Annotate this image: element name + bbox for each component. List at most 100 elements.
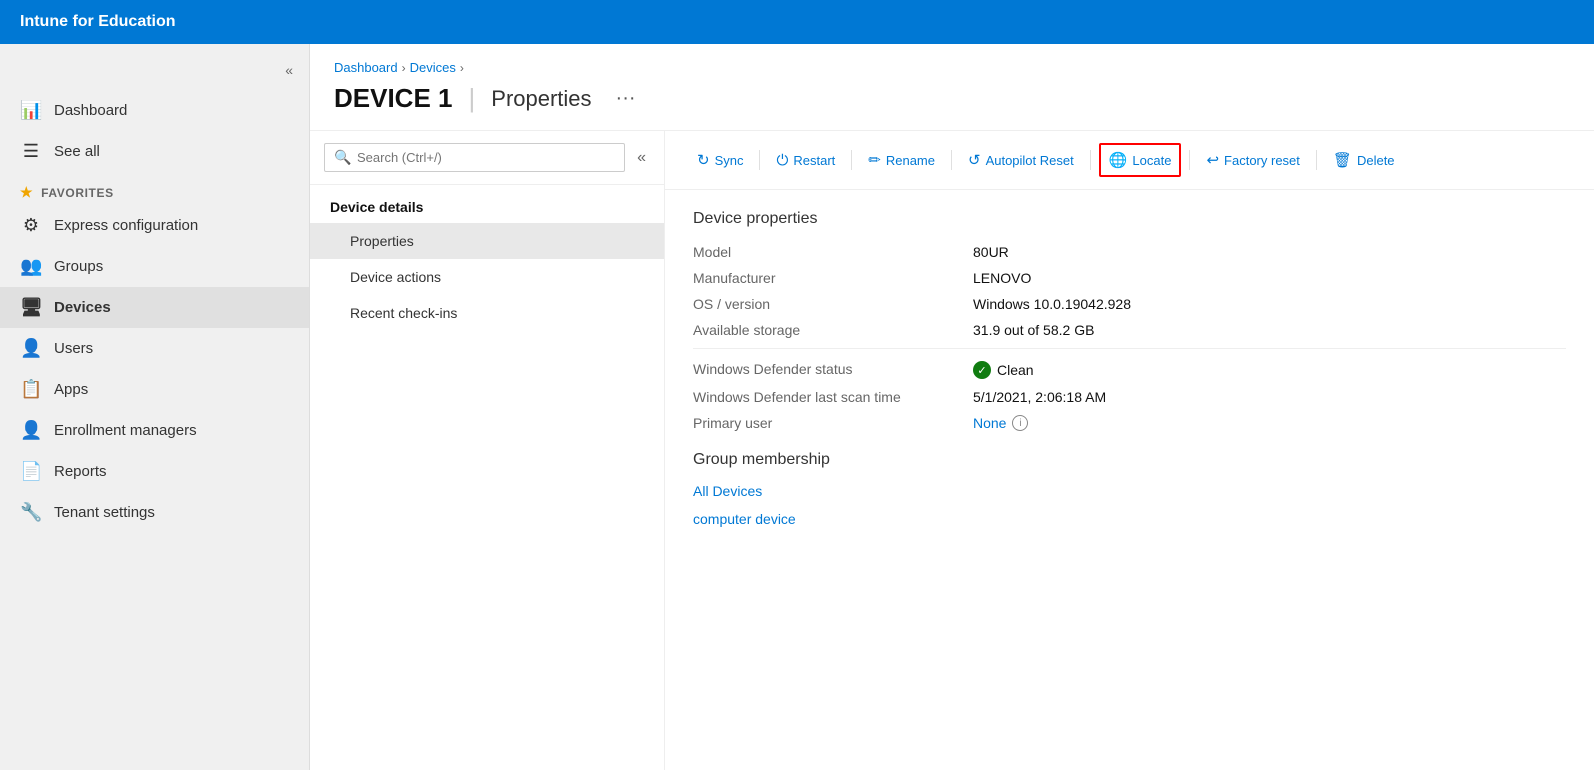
sync-button[interactable]: ↻ Sync bbox=[689, 145, 751, 175]
group-link-all-devices[interactable]: All Devices bbox=[693, 483, 1566, 499]
group-link-computer-device[interactable]: computer device bbox=[693, 511, 1566, 527]
devices-icon: 🖥 bbox=[20, 297, 42, 318]
delete-icon: 🗑 bbox=[1333, 151, 1352, 169]
model-value: 80UR bbox=[973, 244, 1009, 260]
sidebar-item-dashboard-label: Dashboard bbox=[54, 102, 127, 119]
search-icon: 🔍 bbox=[334, 149, 351, 166]
property-row-primary-user: Primary user None i bbox=[693, 415, 1566, 431]
sidebar-item-users[interactable]: 👤 Users bbox=[0, 328, 309, 369]
sidebar-item-express-config[interactable]: ⚙ Express configuration bbox=[0, 205, 309, 246]
rename-button[interactable]: ✏ Rename bbox=[860, 145, 943, 175]
page-header: DEVICE 1 | Properties ··· bbox=[310, 75, 1594, 131]
page-title: DEVICE 1 bbox=[334, 83, 453, 114]
model-label: Model bbox=[693, 244, 973, 260]
nav-item-device-actions[interactable]: Device actions bbox=[310, 259, 664, 295]
property-row-os: OS / version Windows 10.0.19042.928 bbox=[693, 296, 1566, 312]
delete-label: Delete bbox=[1357, 153, 1395, 168]
breadcrumb-sep-2: › bbox=[460, 61, 464, 75]
apps-icon: 📋 bbox=[20, 379, 42, 400]
os-value: Windows 10.0.19042.928 bbox=[973, 296, 1131, 312]
sidebar-collapse-area: « bbox=[0, 54, 309, 90]
restart-icon: ⏻ bbox=[776, 152, 788, 169]
action-divider-6 bbox=[1316, 150, 1317, 170]
content-body: 🔍 « Device details Properties Device act… bbox=[310, 131, 1594, 770]
defender-status-value: ✓ Clean bbox=[973, 361, 1034, 379]
users-icon: 👤 bbox=[20, 338, 42, 359]
sidebar-item-enrollment-managers[interactable]: 👤 Enrollment managers bbox=[0, 410, 309, 451]
storage-label: Available storage bbox=[693, 322, 973, 338]
defender-scan-label: Windows Defender last scan time bbox=[693, 389, 973, 405]
separator bbox=[693, 348, 1566, 349]
search-collapse-button[interactable]: « bbox=[633, 145, 650, 171]
search-bar: 🔍 « bbox=[310, 131, 664, 185]
sidebar-item-tenant-settings[interactable]: 🔧 Tenant settings bbox=[0, 492, 309, 533]
property-row-manufacturer: Manufacturer LENOVO bbox=[693, 270, 1566, 286]
sidebar-item-reports-label: Reports bbox=[54, 463, 107, 480]
factory-reset-button[interactable]: ↩ Factory reset bbox=[1198, 145, 1307, 175]
content-area: Dashboard › Devices › DEVICE 1 | Propert… bbox=[310, 44, 1594, 770]
sidebar-item-express-config-label: Express configuration bbox=[54, 217, 198, 234]
nav-item-recent-check-ins-label: Recent check-ins bbox=[350, 305, 457, 321]
primary-user-value: None i bbox=[973, 415, 1028, 431]
device-properties-title: Device properties bbox=[693, 210, 1566, 228]
breadcrumb-devices[interactable]: Devices bbox=[410, 60, 456, 75]
nav-item-properties-label: Properties bbox=[350, 233, 414, 249]
page-subtitle: Properties bbox=[491, 86, 591, 112]
delete-button[interactable]: 🗑 Delete bbox=[1325, 145, 1403, 175]
primary-user-label: Primary user bbox=[693, 415, 973, 431]
topbar: Intune for Education bbox=[0, 0, 1594, 44]
breadcrumb: Dashboard › Devices › bbox=[310, 44, 1594, 75]
sidebar-item-devices-label: Devices bbox=[54, 299, 111, 316]
nav-item-properties[interactable]: Properties bbox=[310, 223, 664, 259]
settings-icon: 🔧 bbox=[20, 502, 42, 523]
locate-button[interactable]: 🌐 Locate bbox=[1099, 143, 1182, 177]
sidebar-item-dashboard[interactable]: 📊 Dashboard bbox=[0, 90, 309, 131]
left-panel: 🔍 « Device details Properties Device act… bbox=[310, 131, 665, 770]
group-membership-title: Group membership bbox=[693, 451, 1566, 469]
sidebar-item-see-all-label: See all bbox=[54, 143, 100, 160]
os-label: OS / version bbox=[693, 296, 973, 312]
locate-label: Locate bbox=[1132, 153, 1171, 168]
nav-item-recent-check-ins[interactable]: Recent check-ins bbox=[310, 295, 664, 331]
defender-status-text: Clean bbox=[997, 362, 1034, 378]
more-button[interactable]: ··· bbox=[608, 87, 644, 110]
rename-icon: ✏ bbox=[868, 151, 881, 169]
rename-label: Rename bbox=[886, 153, 935, 168]
reports-icon: 📄 bbox=[20, 461, 42, 482]
sidebar-item-apps-label: Apps bbox=[54, 381, 88, 398]
main-layout: « 📊 Dashboard ☰ See all ★ FAVORITES ⚙ Ex… bbox=[0, 44, 1594, 770]
sidebar-item-devices[interactable]: 🖥 Devices bbox=[0, 287, 309, 328]
sidebar-item-see-all[interactable]: ☰ See all bbox=[0, 131, 309, 172]
autopilot-reset-label: Autopilot Reset bbox=[986, 153, 1074, 168]
sidebar-item-groups[interactable]: 👥 Groups bbox=[0, 246, 309, 287]
restart-button[interactable]: ⏻ Restart bbox=[768, 146, 843, 175]
search-input[interactable] bbox=[324, 143, 625, 172]
favorites-section: ★ FAVORITES bbox=[0, 172, 309, 205]
sidebar-item-tenant-settings-label: Tenant settings bbox=[54, 504, 155, 521]
sidebar-item-users-label: Users bbox=[54, 340, 93, 357]
primary-user-link[interactable]: None bbox=[973, 415, 1006, 431]
breadcrumb-sep-1: › bbox=[402, 61, 406, 75]
sidebar-item-reports[interactable]: 📄 Reports bbox=[0, 451, 309, 492]
breadcrumb-dashboard[interactable]: Dashboard bbox=[334, 60, 398, 75]
star-icon: ★ bbox=[20, 184, 33, 201]
defender-scan-value: 5/1/2021, 2:06:18 AM bbox=[973, 389, 1106, 405]
sidebar-item-groups-label: Groups bbox=[54, 258, 103, 275]
action-divider-2 bbox=[851, 150, 852, 170]
manufacturer-value: LENOVO bbox=[973, 270, 1031, 286]
autopilot-icon: ↺ bbox=[968, 151, 981, 169]
page-title-sep: | bbox=[469, 83, 476, 114]
info-icon[interactable]: i bbox=[1012, 415, 1028, 431]
properties-section: Device properties Model 80UR Manufacture… bbox=[665, 190, 1594, 559]
sync-icon: ↻ bbox=[697, 151, 710, 169]
groups-icon: 👥 bbox=[20, 256, 42, 277]
sidebar-item-enrollment-label: Enrollment managers bbox=[54, 422, 197, 439]
sidebar-item-apps[interactable]: 📋 Apps bbox=[0, 369, 309, 410]
sidebar: « 📊 Dashboard ☰ See all ★ FAVORITES ⚙ Ex… bbox=[0, 44, 310, 770]
factory-reset-icon: ↩ bbox=[1206, 151, 1219, 169]
sidebar-collapse-button[interactable]: « bbox=[281, 58, 297, 82]
factory-reset-label: Factory reset bbox=[1224, 153, 1300, 168]
autopilot-reset-button[interactable]: ↺ Autopilot Reset bbox=[960, 145, 1082, 175]
locate-icon: 🌐 bbox=[1109, 151, 1128, 169]
app-title: Intune for Education bbox=[20, 13, 176, 31]
